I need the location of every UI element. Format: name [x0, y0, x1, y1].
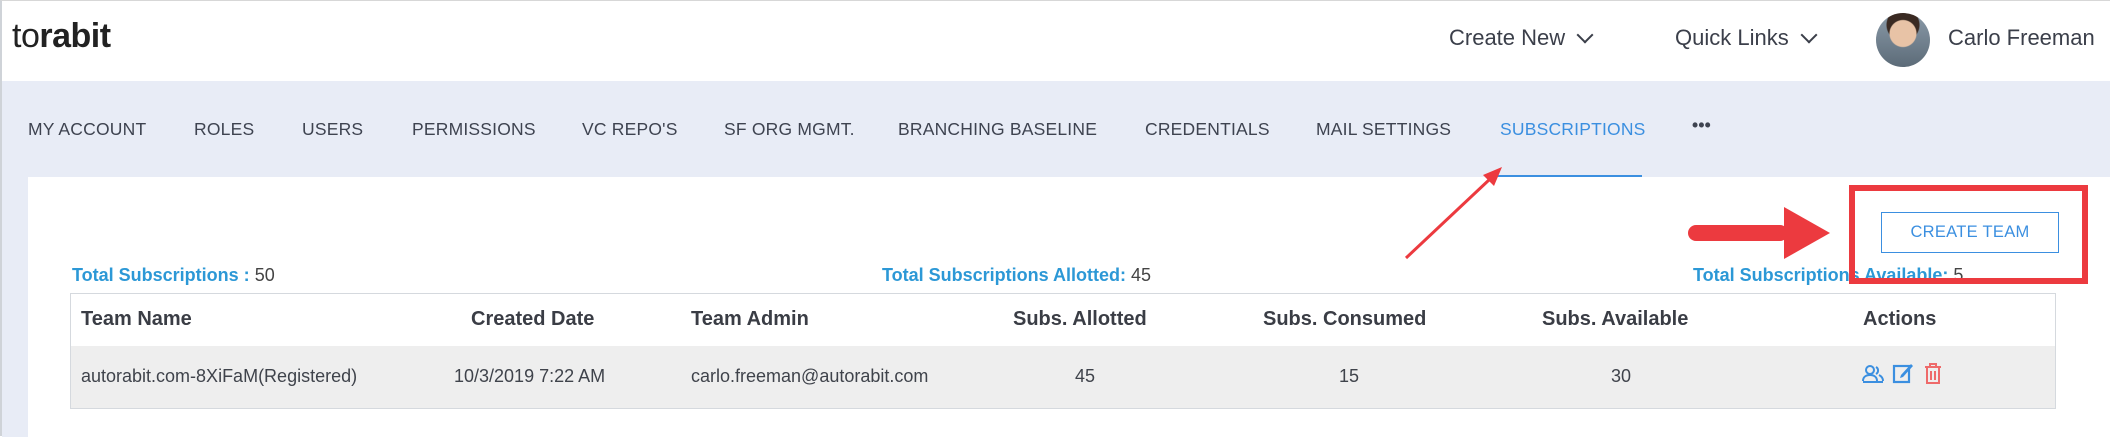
- logo[interactable]: torabit: [12, 17, 111, 56]
- total-subscriptions-value: 50: [254, 265, 275, 285]
- tab-my-account[interactable]: MY ACCOUNT: [28, 119, 146, 140]
- quick-links-menu[interactable]: Quick Links: [1675, 25, 1818, 51]
- chevron-down-icon: [1800, 26, 1818, 44]
- cell-team-name: autorabit.com-8XiFaM(Registered): [81, 366, 358, 386]
- column-header-subs-allotted: Subs. Allotted: [1013, 308, 1147, 330]
- quick-links-label: Quick Links: [1675, 25, 1789, 50]
- table-header-row: Team Name Created Date Team Admin Subs. …: [71, 294, 2055, 347]
- cell-team-admin: carlo.freeman@autorabit.com: [691, 366, 929, 386]
- cell-subs-consumed: 15: [1339, 366, 1360, 386]
- chevron-down-icon: [1576, 26, 1594, 44]
- edit-icon[interactable]: [1891, 360, 1915, 386]
- tab-credentials[interactable]: CREDENTIALS: [1145, 119, 1270, 140]
- total-subscriptions-label: Total Subscriptions :: [72, 265, 250, 285]
- column-header-actions: Actions: [1863, 308, 1937, 330]
- column-header-team-admin: Team Admin: [691, 308, 809, 330]
- more-tabs-icon[interactable]: •••: [1692, 115, 1711, 136]
- total-allotted-label: Total Subscriptions Allotted:: [882, 265, 1126, 285]
- tab-users[interactable]: USERS: [302, 119, 363, 140]
- column-header-created-date: Created Date: [471, 308, 595, 330]
- user-group-icon[interactable]: [1861, 360, 1885, 386]
- settings-tab-bar: MY ACCOUNT ROLES USERS PERMISSIONS VC RE…: [2, 81, 2110, 178]
- table-row: autorabit.com-8XiFaM(Registered) 10/3/20…: [71, 346, 2055, 408]
- logo-text-light: to: [12, 17, 40, 55]
- teams-table: Team Name Created Date Team Admin Subs. …: [70, 293, 2056, 409]
- total-subscriptions-stat: Total Subscriptions : 50: [72, 265, 275, 286]
- tab-sf-org-mgmt[interactable]: SF ORG MGMT.: [724, 119, 855, 140]
- total-allotted-value: 45: [1131, 265, 1152, 285]
- create-new-menu[interactable]: Create New: [1449, 25, 1594, 51]
- column-header-subs-consumed: Subs. Consumed: [1263, 308, 1427, 330]
- annotation-highlight-box: [1849, 185, 2088, 284]
- app-window: torabit Create New Quick Links Carlo Fre…: [0, 0, 2110, 437]
- column-header-team-name: Team Name: [81, 308, 192, 330]
- tab-branching-baseline[interactable]: BRANCHING BASELINE: [898, 119, 1097, 140]
- cell-subs-available: 30: [1611, 366, 1632, 386]
- row-actions: [1861, 360, 1945, 386]
- avatar[interactable]: [1876, 13, 1930, 67]
- cell-created-date: 10/3/2019 7:22 AM: [454, 366, 606, 386]
- tab-roles[interactable]: ROLES: [194, 119, 254, 140]
- tab-vc-repos[interactable]: VC REPO'S: [582, 119, 678, 140]
- cell-subs-allotted: 45: [1075, 366, 1096, 386]
- create-new-label: Create New: [1449, 25, 1566, 50]
- trash-icon[interactable]: [1921, 360, 1945, 386]
- tab-subscriptions[interactable]: SUBSCRIPTIONS: [1500, 119, 1646, 140]
- user-name[interactable]: Carlo Freeman: [1948, 25, 2095, 51]
- tab-permissions[interactable]: PERMISSIONS: [412, 119, 536, 140]
- total-allotted-stat: Total Subscriptions Allotted: 45: [882, 265, 1151, 286]
- column-header-subs-available: Subs. Available: [1542, 308, 1689, 330]
- top-header: torabit Create New Quick Links Carlo Fre…: [2, 1, 2110, 82]
- tab-mail-settings[interactable]: MAIL SETTINGS: [1316, 119, 1451, 140]
- logo-text-bold: rabit: [39, 17, 111, 55]
